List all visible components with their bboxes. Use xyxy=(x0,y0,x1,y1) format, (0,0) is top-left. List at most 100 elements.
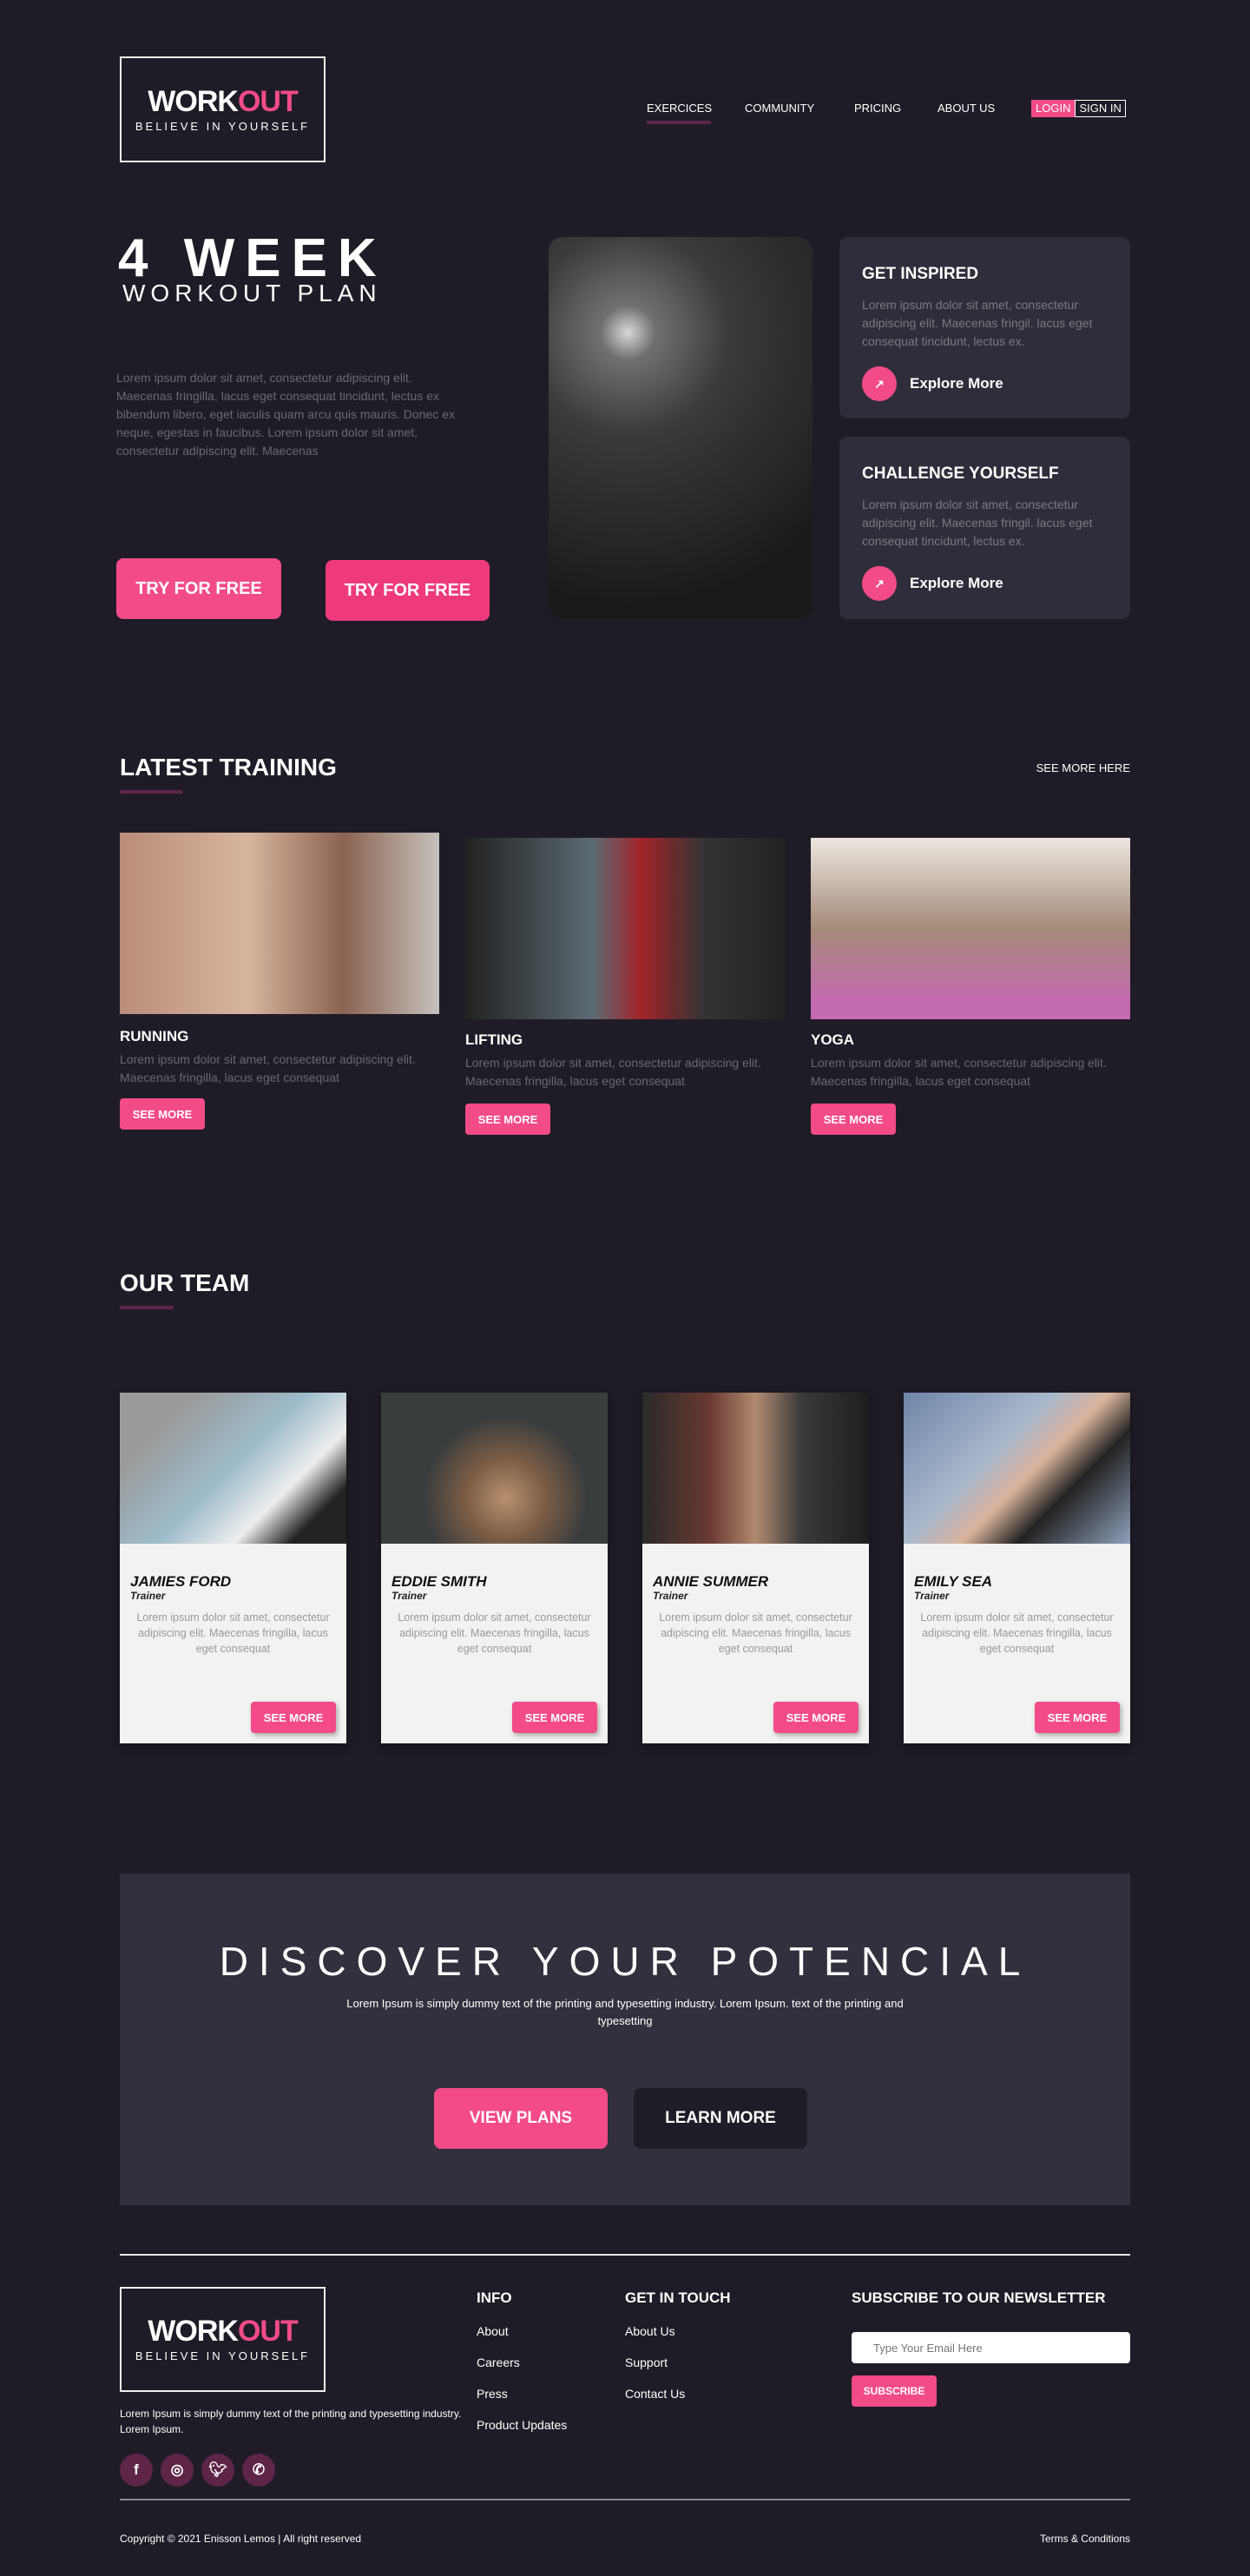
subscribe-button[interactable]: SUBSCRIBE xyxy=(852,2375,937,2407)
logo-out: OUT xyxy=(237,2315,299,2348)
trainer-photo xyxy=(642,1393,869,1544)
newsletter-title: SUBSCRIBE TO OUR NEWSLETTER xyxy=(852,2289,1106,2306)
card-title: CHALLENGE YOURSELF xyxy=(862,464,1059,483)
team-card: EMILY SEA Trainer Lorem ipsum dolor sit … xyxy=(904,1393,1130,1743)
trainer-name: EDDIE SMITH xyxy=(391,1573,487,1590)
running-image xyxy=(120,833,439,1014)
explore-more-link[interactable]: ↗ Explore More xyxy=(862,566,1108,601)
footer-link-support[interactable]: Support xyxy=(625,2355,668,2369)
arrow-up-right-icon: ↗ xyxy=(862,566,897,601)
card-title: GET INSPIRED xyxy=(862,265,979,283)
section-title-training: LATEST TRAINING xyxy=(120,754,337,781)
explore-more-link[interactable]: ↗ Explore More xyxy=(862,366,1108,401)
trainer-role: Trainer xyxy=(653,1590,688,1602)
discover-text: Lorem Ipsum is simply dummy text of the … xyxy=(346,1997,904,2027)
trainer-role: Trainer xyxy=(914,1590,950,1602)
trainer-name: JAMIES FORD xyxy=(130,1573,232,1590)
discover-title: DISCOVER YOUR POTENCIAL xyxy=(219,1939,1031,1984)
card-challenge-yourself: CHALLENGE YOURSELF Lorem ipsum dolor sit… xyxy=(839,437,1130,619)
footer-link-product-updates[interactable]: Product Updates xyxy=(477,2418,567,2432)
email-input[interactable] xyxy=(852,2332,1130,2363)
logo-work: WORK xyxy=(148,84,239,118)
footer-touch-title: GET IN TOUCH xyxy=(625,2289,731,2306)
login-button[interactable]: LOGIN xyxy=(1031,100,1076,117)
nav-active-underline xyxy=(647,121,711,124)
see-more-here-link[interactable]: SEE MORE HERE xyxy=(1036,761,1130,774)
trainer-role: Trainer xyxy=(130,1590,166,1602)
logo[interactable]: WORKOUT BELIEVE IN YOURSELF xyxy=(120,56,326,162)
team-card: JAMIES FORD Trainer Lorem ipsum dolor si… xyxy=(120,1393,346,1743)
card-text: Lorem ipsum dolor sit amet, consectetur … xyxy=(862,497,1093,548)
trainer-photo xyxy=(120,1393,346,1544)
logo-word: WORKOUT xyxy=(148,84,298,118)
training-title: RUNNING xyxy=(120,1028,189,1044)
training-title: LIFTING xyxy=(465,1031,523,1048)
trainer-photo xyxy=(381,1393,608,1544)
trainer-name: ANNIE SUMMER xyxy=(653,1573,769,1590)
logo-word: WORKOUT xyxy=(148,2315,299,2348)
learn-more-button[interactable]: LEARN MORE xyxy=(634,2088,807,2149)
training-title: YOGA xyxy=(811,1031,855,1048)
copyright: Copyright © 2021 Enisson Lemos | All rig… xyxy=(120,2533,362,2545)
team-card: EDDIE SMITH Trainer Lorem ipsum dolor si… xyxy=(381,1393,608,1743)
yoga-image xyxy=(811,838,1130,1019)
view-plans-button[interactable]: VIEW PLANS xyxy=(434,2088,608,2149)
footer-divider xyxy=(120,2254,1130,2256)
logo-work: WORK xyxy=(148,2315,239,2348)
training-text: Lorem ipsum dolor sit amet, consectetur … xyxy=(811,1056,1107,1088)
see-more-button[interactable]: SEE MORE xyxy=(811,1104,896,1135)
trainer-text: Lorem ipsum dolor sit amet, consectetur … xyxy=(659,1611,852,1655)
terms-link[interactable]: Terms & Conditions xyxy=(1040,2533,1130,2545)
footer-bottom-divider xyxy=(120,2499,1130,2500)
training-text: Lorem ipsum dolor sit amet, consectetur … xyxy=(465,1056,761,1088)
try-for-free-button-2[interactable]: TRY FOR FREE xyxy=(326,560,490,621)
hero-text: Lorem ipsum dolor sit amet, consectetur … xyxy=(116,371,455,458)
trainer-role: Trainer xyxy=(391,1590,427,1602)
trainer-text: Lorem ipsum dolor sit amet, consectetur … xyxy=(398,1611,591,1655)
section-title-team: OUR TEAM xyxy=(120,1269,250,1296)
footer-logo[interactable]: WORKOUT BELIEVE IN YOURSELF xyxy=(120,2287,326,2392)
nav-community[interactable]: COMMUNITY xyxy=(745,102,814,115)
signin-button[interactable]: SIGN IN xyxy=(1075,100,1126,117)
facebook-icon[interactable]: f xyxy=(120,2454,153,2487)
nav-exercices[interactable]: EXERCICES xyxy=(647,102,712,115)
footer-link-about[interactable]: About xyxy=(477,2324,509,2338)
see-more-button[interactable]: SEE MORE xyxy=(465,1104,550,1135)
whatsapp-icon[interactable]: ✆ xyxy=(242,2454,275,2487)
nav-about-us[interactable]: ABOUT US xyxy=(938,102,995,115)
see-more-button[interactable]: SEE MORE xyxy=(512,1702,597,1733)
footer-link-press[interactable]: Press xyxy=(477,2387,508,2401)
hero-image xyxy=(549,237,812,619)
card-get-inspired: GET INSPIRED Lorem ipsum dolor sit amet,… xyxy=(839,237,1130,418)
footer-info-title: INFO xyxy=(477,2289,512,2306)
explore-label: Explore More xyxy=(910,375,1003,392)
footer-link-about-us[interactable]: About Us xyxy=(625,2324,675,2338)
see-more-button[interactable]: SEE MORE xyxy=(773,1702,859,1733)
hero-subtitle: WORKOUT PLAN xyxy=(122,280,382,306)
footer-link-contact-us[interactable]: Contact Us xyxy=(625,2387,685,2401)
trainer-text: Lorem ipsum dolor sit amet, consectetur … xyxy=(920,1611,1114,1655)
footer-link-careers[interactable]: Careers xyxy=(477,2355,520,2369)
arrow-up-right-icon: ↗ xyxy=(862,366,897,401)
team-card: ANNIE SUMMER Trainer Lorem ipsum dolor s… xyxy=(642,1393,869,1743)
twitter-icon[interactable]: 🐦︎ xyxy=(201,2454,234,2487)
footer-about-text: Lorem Ipsum is simply dummy text of the … xyxy=(120,2408,462,2435)
lifting-image xyxy=(465,838,785,1019)
training-text: Lorem ipsum dolor sit amet, consectetur … xyxy=(120,1052,416,1084)
discover-banner: DISCOVER YOUR POTENCIAL Lorem Ipsum is s… xyxy=(120,1874,1130,2205)
explore-label: Explore More xyxy=(910,575,1003,591)
see-more-button[interactable]: SEE MORE xyxy=(1035,1702,1120,1733)
try-for-free-button[interactable]: TRY FOR FREE xyxy=(116,558,281,619)
section-underline xyxy=(120,1306,174,1309)
nav-pricing[interactable]: PRICING xyxy=(854,102,901,115)
trainer-photo xyxy=(904,1393,1130,1544)
logo-tagline: BELIEVE IN YOURSELF xyxy=(135,119,311,133)
see-more-button[interactable]: SEE MORE xyxy=(120,1098,205,1130)
trainer-name: EMILY SEA xyxy=(914,1573,993,1590)
auth-buttons: LOGIN SIGN IN xyxy=(1031,100,1126,117)
instagram-icon[interactable]: ◎ xyxy=(161,2454,194,2487)
see-more-button[interactable]: SEE MORE xyxy=(251,1702,336,1733)
card-text: Lorem ipsum dolor sit amet, consectetur … xyxy=(862,298,1093,348)
logo-tagline: BELIEVE IN YOURSELF xyxy=(135,2349,311,2362)
trainer-text: Lorem ipsum dolor sit amet, consectetur … xyxy=(136,1611,330,1655)
